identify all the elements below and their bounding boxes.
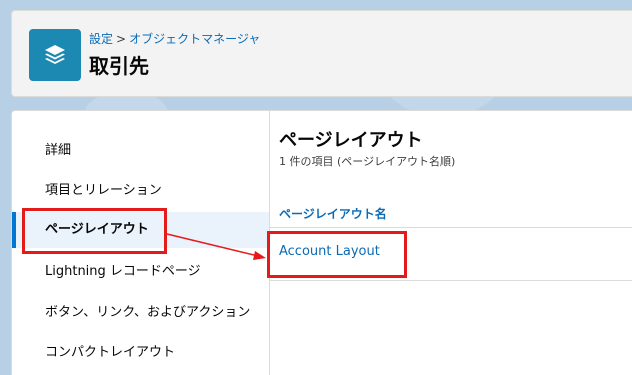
breadcrumb-setup-link[interactable]: 設定 xyxy=(89,32,113,46)
content-title: ページレイアウト xyxy=(279,130,423,151)
row-divider xyxy=(270,280,632,281)
breadcrumb: 設定 > オブジェクトマネージャ xyxy=(89,30,260,47)
content-area: ページレイアウト 1 件の項目 (ページレイアウト名順) ページレイアウト名 A… xyxy=(270,111,632,375)
sidebar-item-compact-layouts[interactable]: コンパクトレイアウト xyxy=(12,335,269,371)
sidebar: 詳細 項目とリレーション ページレイアウト Lightning レコードページ … xyxy=(12,111,270,375)
item-count: 1 件の項目 (ページレイアウト名順) xyxy=(279,155,456,168)
sidebar-item-buttons-links-actions[interactable]: ボタン、リンク、およびアクション xyxy=(12,295,269,331)
sidebar-item-fields-relationships[interactable]: 項目とリレーション xyxy=(12,173,269,209)
page-title: 取引先 xyxy=(89,54,149,78)
sidebar-item-page-layouts[interactable]: ページレイアウト xyxy=(12,212,269,248)
page-header: 設定 > オブジェクトマネージャ 取引先 xyxy=(11,10,632,97)
sidebar-item-details[interactable]: 詳細 xyxy=(12,133,269,169)
sidebar-item-lightning-record-pages[interactable]: Lightning レコードページ xyxy=(12,254,269,290)
account-layout-link[interactable]: Account Layout xyxy=(279,244,380,259)
layers-icon xyxy=(29,29,81,81)
breadcrumb-object-manager-link[interactable]: オブジェクトマネージャ xyxy=(129,32,260,46)
main-panel: 詳細 項目とリレーション ページレイアウト Lightning レコードページ … xyxy=(11,110,632,375)
breadcrumb-separator: > xyxy=(116,32,127,46)
column-header-page-layout-name[interactable]: ページレイアウト名 xyxy=(270,200,632,228)
